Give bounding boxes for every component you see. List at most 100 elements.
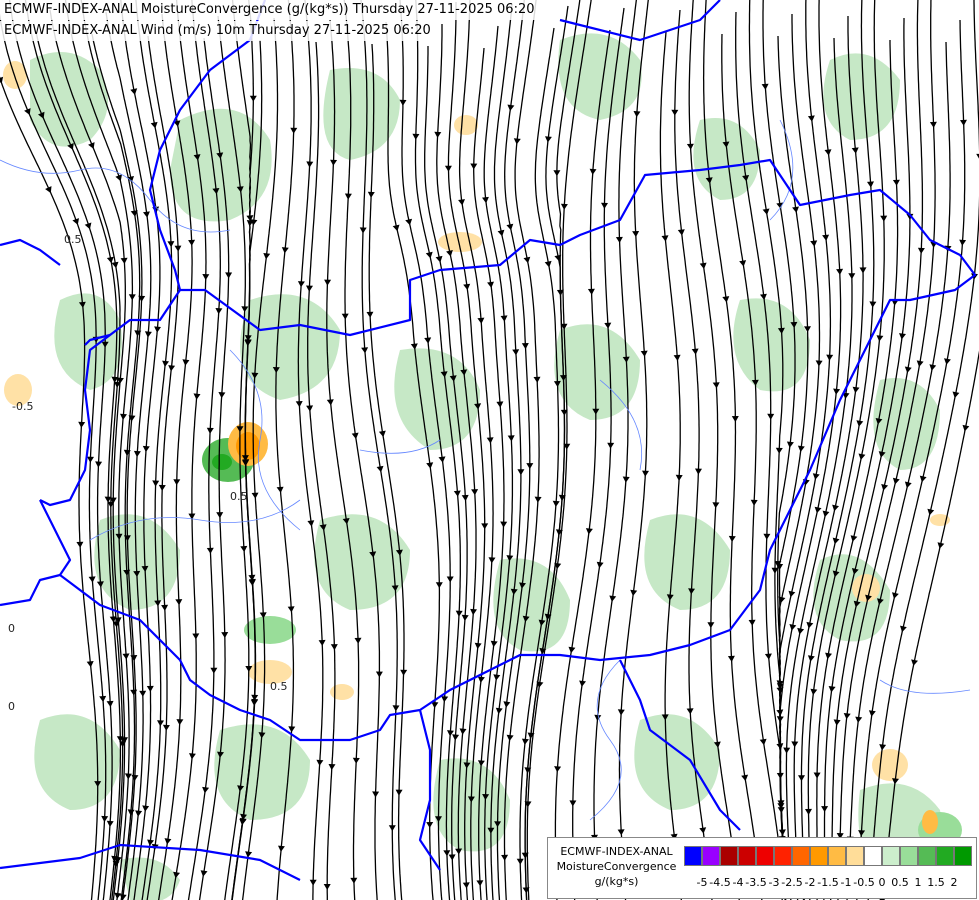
legend-tick: 1 <box>914 876 922 889</box>
streamline-arrow <box>216 512 224 519</box>
streamline-arrow <box>158 484 166 491</box>
streamline-arrow <box>76 541 84 548</box>
streamline-arrow <box>306 285 313 292</box>
map-title-wind: ECMWF-INDEX-ANAL Wind (m/s) 10m Thursday… <box>0 21 437 41</box>
streamline-arrow <box>399 99 407 106</box>
streamline-arrow <box>609 595 617 602</box>
streamline <box>503 0 540 900</box>
streamline-arrow <box>686 143 694 150</box>
streamline-arrow <box>174 245 182 252</box>
streamline-arrow <box>493 674 501 681</box>
streamline-arrow <box>807 115 815 122</box>
streamline-arrow <box>476 880 484 887</box>
streamline-arrow <box>448 854 456 861</box>
streamline-arrow <box>929 121 937 128</box>
streamline-arrow <box>833 719 841 726</box>
streamline-arrow <box>412 133 420 140</box>
streamline-arrow <box>892 179 900 186</box>
streamline-arrow <box>444 165 452 172</box>
streamline-arrow <box>856 420 864 427</box>
streamline-arrow <box>352 757 360 764</box>
streamline-arrow <box>435 255 443 263</box>
streamline-arrow <box>513 138 521 145</box>
streamline-arrow <box>617 829 625 836</box>
streamline-arrow <box>326 399 334 406</box>
streamline-arrow <box>788 590 796 598</box>
streamline-arrow <box>661 235 669 242</box>
streamline-arrow <box>916 360 924 367</box>
streamline-arrow <box>585 528 593 535</box>
streamline-arrow <box>251 492 259 499</box>
streamline-arrow <box>240 545 248 553</box>
streamline <box>490 3 522 900</box>
streamline-arrow <box>821 806 829 813</box>
weather-map: 0.5 0.5 -0.5 0.5 0 0 <box>0 0 979 900</box>
legend-swatch <box>828 846 846 866</box>
streamline-arrow <box>486 437 494 444</box>
streamline-arrow <box>601 202 608 209</box>
streamline-arrow <box>146 685 154 692</box>
streamline-arrow <box>290 127 298 134</box>
streamline-arrow <box>869 301 877 308</box>
streamline-arrow <box>952 391 960 399</box>
streamline <box>572 7 625 900</box>
streamline-arrow <box>461 614 469 621</box>
streamline-arrow <box>120 257 128 264</box>
streamline-arrow <box>162 724 170 731</box>
streamline-arrow <box>276 486 284 493</box>
streamline-arrow <box>330 644 338 651</box>
streamline-arrow <box>496 401 504 408</box>
streamline-arrow <box>461 494 469 502</box>
streamline-arrow <box>911 659 918 666</box>
streamline-arrow <box>807 655 815 662</box>
streamline-arrow <box>0 76 4 84</box>
streamline-arrow <box>106 256 114 264</box>
streamline-arrow <box>848 273 856 280</box>
streamline-arrow <box>533 376 541 383</box>
streamline-arrow <box>806 621 814 629</box>
legend-tick: 2 <box>950 876 958 889</box>
streamline-arrow <box>309 879 317 886</box>
legend-swatch <box>864 846 882 866</box>
streamline-arrow <box>568 646 576 654</box>
streamline-arrow <box>307 520 315 527</box>
streamline-arrow <box>789 624 797 631</box>
streamline-arrow <box>446 250 453 257</box>
streamline <box>524 0 581 900</box>
wind-arrowheads <box>0 76 979 900</box>
legend-parameter: MoistureConvergence <box>556 860 677 873</box>
streamline-arrow <box>843 713 851 720</box>
streamline-arrow <box>225 272 233 279</box>
streamline-arrow <box>959 239 967 246</box>
streamline-arrow <box>712 502 720 509</box>
streamline-arrow <box>822 510 830 518</box>
streamline-arrow <box>477 676 485 683</box>
legend-swatch <box>954 846 972 866</box>
streamline-arrow <box>587 288 595 295</box>
streamline-arrow <box>488 557 496 564</box>
streamline-arrow <box>106 820 114 827</box>
streamline-arrow <box>154 326 161 333</box>
legend-tick: -3 <box>768 876 780 889</box>
streamline-arrow <box>640 350 648 357</box>
map-title-moisture: ECMWF-INDEX-ANAL MoistureConvergence (g/… <box>0 0 541 20</box>
streamline-arrow <box>295 401 303 408</box>
streamline-arrow <box>388 825 396 832</box>
streamline-arrow <box>778 829 786 836</box>
streamline-arrow <box>798 775 805 782</box>
streamline-arrow <box>490 640 498 648</box>
legend-tick: -4 <box>732 876 744 889</box>
streamline-arrow <box>471 489 479 496</box>
streamline-arrow <box>455 610 463 617</box>
streamline-arrow <box>775 447 783 454</box>
streamline-arrow <box>395 789 403 796</box>
streamline-arrow <box>351 432 359 440</box>
streamline-arrow <box>424 337 432 344</box>
streamline-arrow <box>372 791 380 798</box>
streamline-arrow <box>832 537 840 545</box>
streamline-arrow <box>462 882 470 889</box>
streamline-arrow <box>892 477 900 485</box>
streamline-arrow <box>354 637 362 644</box>
streamline-arrow <box>218 392 226 399</box>
contour-label: 0.5 <box>270 680 288 693</box>
